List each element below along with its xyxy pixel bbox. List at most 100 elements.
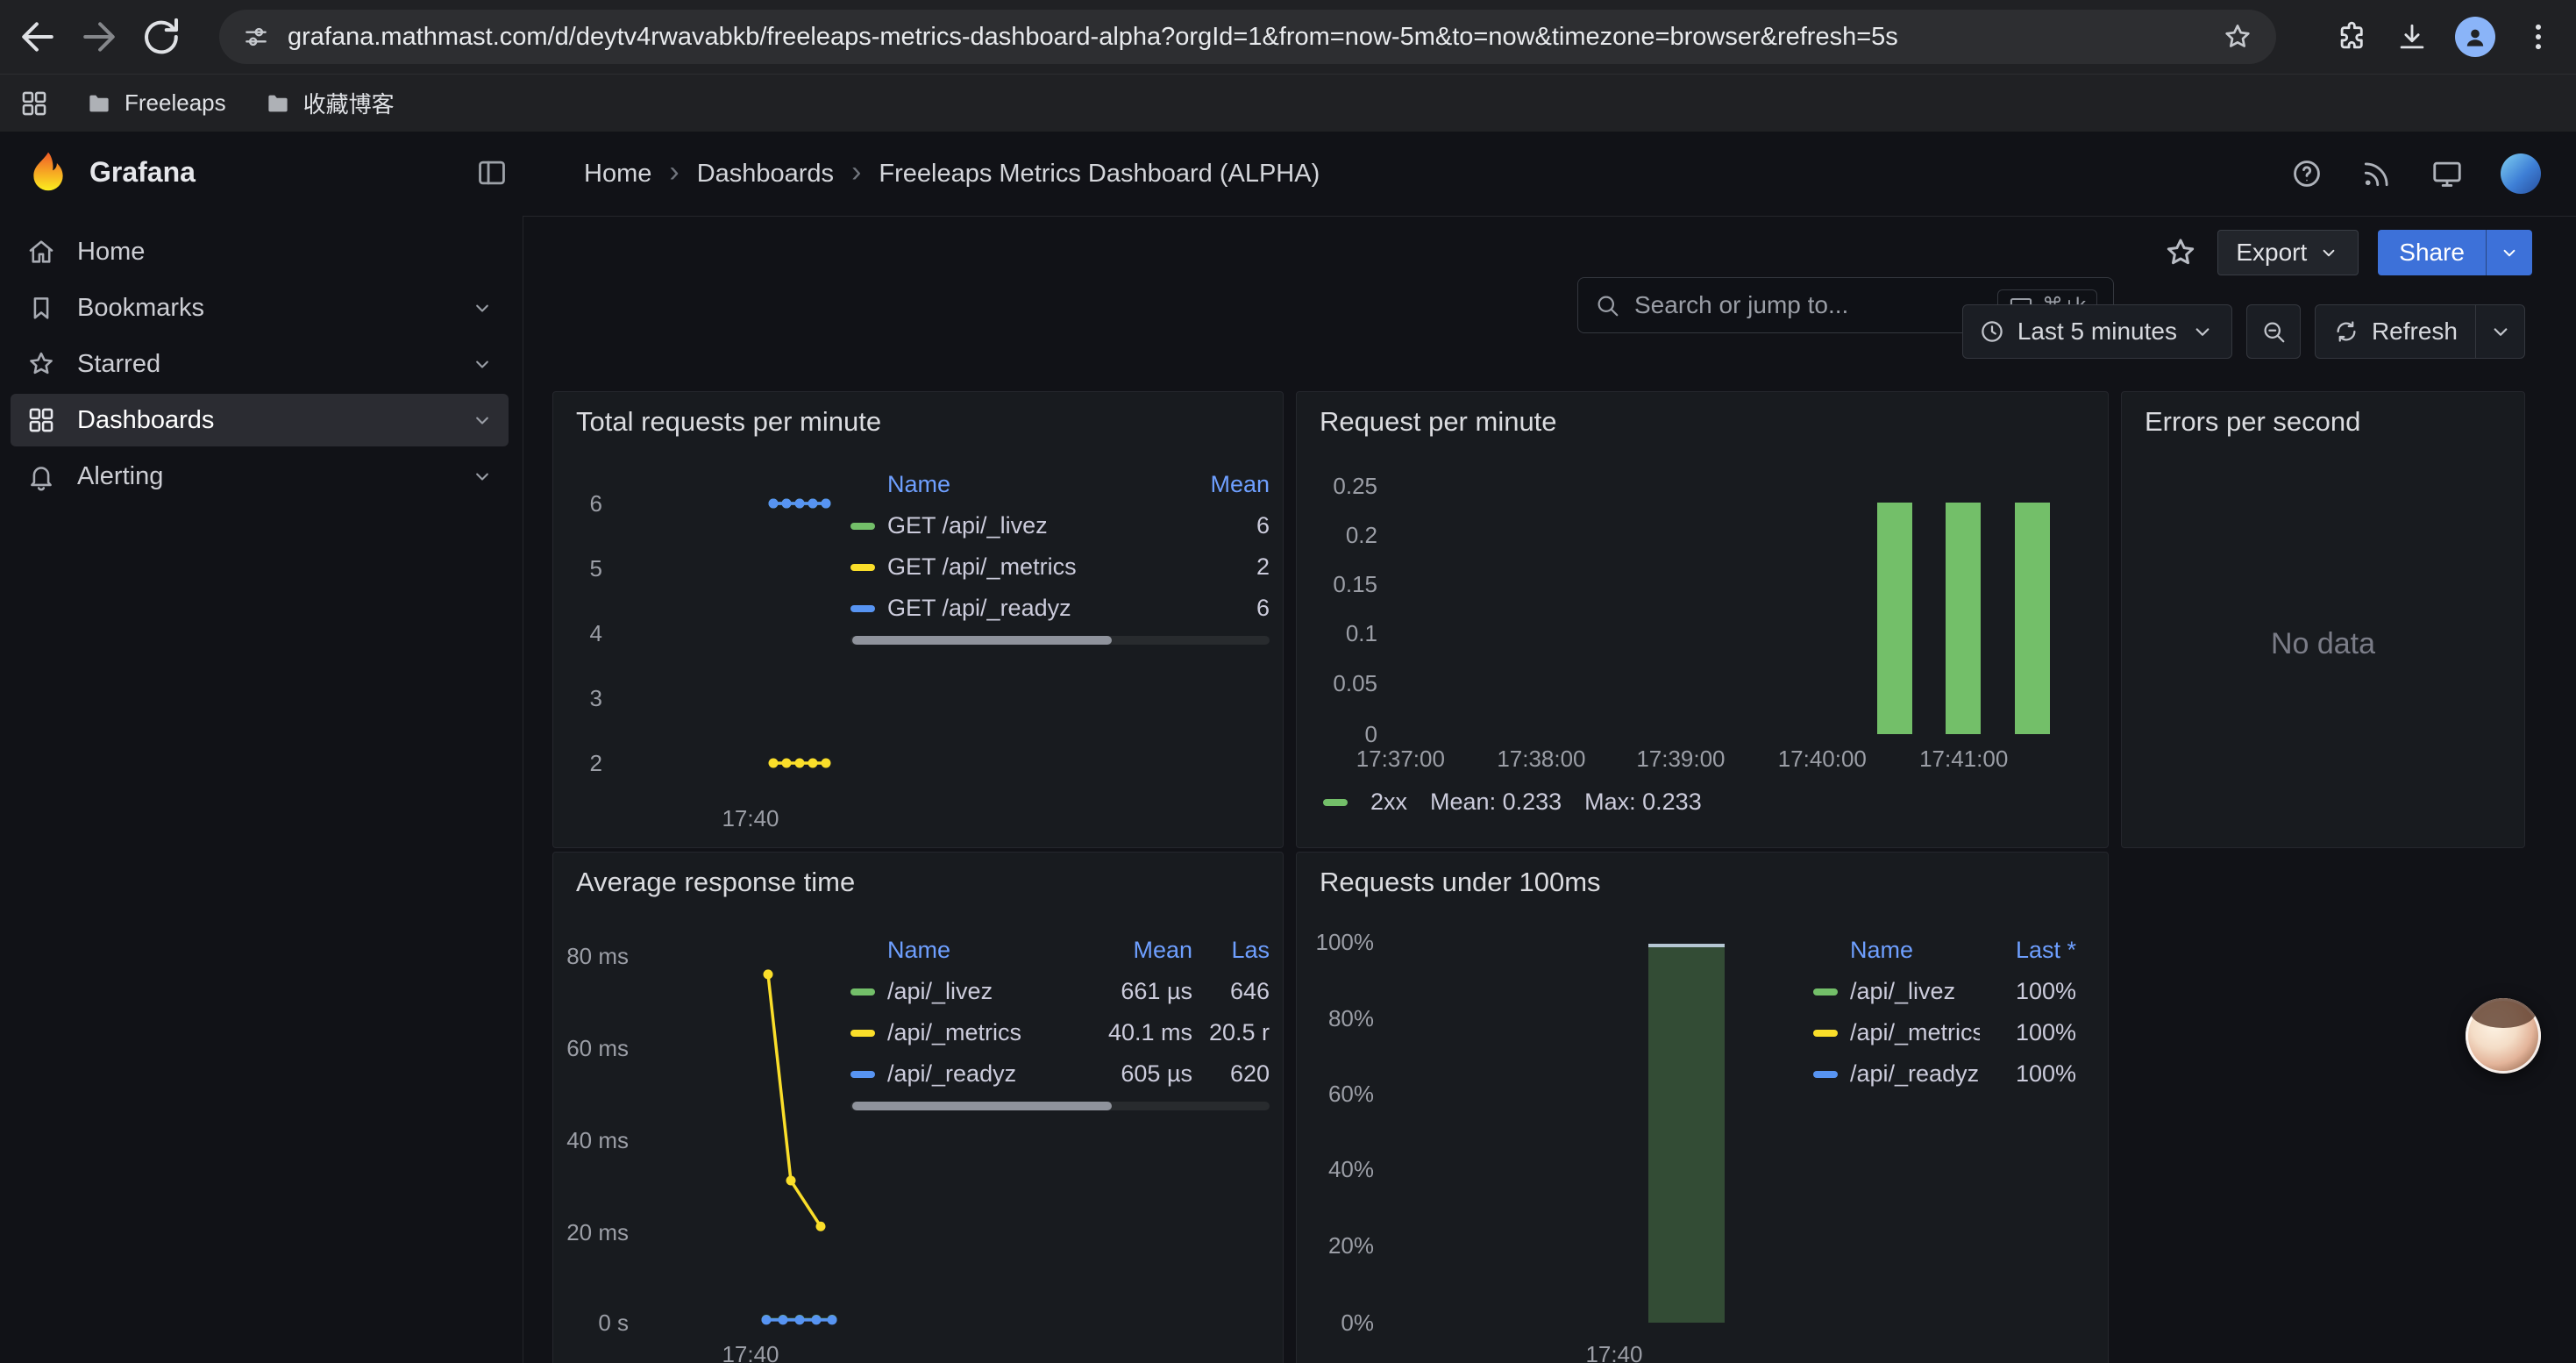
back-icon[interactable] [14, 13, 61, 61]
bar-2xx [1877, 503, 1912, 734]
export-button[interactable]: Export [2217, 230, 2359, 275]
forward-icon[interactable] [75, 13, 123, 61]
bell-icon [26, 461, 56, 491]
favorite-star-icon[interactable] [2163, 235, 2198, 270]
bookmark-item-blogs[interactable]: 收藏博客 [249, 80, 410, 126]
chevron-down-icon[interactable] [470, 464, 495, 489]
refresh-interval-button[interactable] [2476, 304, 2525, 359]
legend-row[interactable]: GET /api/_livez6 [850, 505, 1270, 546]
browser-profile-avatar[interactable] [2455, 17, 2495, 57]
share-button[interactable]: Share [2378, 230, 2486, 275]
series-mean: Mean: 0.233 [1430, 789, 1562, 816]
x-tick-label: 17:40:00 [1761, 745, 1883, 773]
legend-value: 6 [1173, 512, 1270, 539]
time-range-label: Last 5 minutes [2017, 318, 2177, 346]
url-bar[interactable]: grafana.mathmast.com/d/deytv4rwavabkb/fr… [219, 10, 2276, 64]
y-tick-label: 20 ms [553, 1218, 629, 1246]
sidebar-item-alerting[interactable]: Alerting [11, 450, 509, 503]
monitor-icon[interactable] [2430, 157, 2464, 190]
panel-total-requests: Total requests per minute 17:40 65432Nam… [552, 391, 1284, 848]
collapse-sidebar-icon[interactable] [475, 156, 509, 189]
x-axis-label: 17:40 [685, 804, 816, 832]
legend-row[interactable]: /api/_livez100% [1813, 971, 2076, 1012]
share-menu-button[interactable] [2486, 230, 2532, 275]
sidebar-item-label: Bookmarks [77, 294, 204, 323]
legend-value: 605 µs [1061, 1060, 1192, 1088]
legend-row[interactable]: /api/_livez661 µs646 [850, 971, 1270, 1012]
legend-row[interactable]: GET /api/_metrics2 [850, 546, 1270, 588]
screen: grafana.mathmast.com/d/deytv4rwavabkb/fr… [0, 0, 2576, 1363]
chevron-down-icon [2317, 241, 2340, 264]
bookmark-star-icon[interactable] [2222, 21, 2253, 53]
legend-row[interactable]: /api/_readyz605 µs620 [850, 1053, 1270, 1095]
legend-value: 40.1 ms [1061, 1019, 1192, 1046]
legend-col[interactable]: Mean [1173, 471, 1270, 498]
series-swatch [850, 988, 875, 995]
floating-assistant-avatar[interactable] [2466, 998, 2541, 1074]
sidebar-item-label: Home [77, 238, 145, 267]
breadcrumb-home[interactable]: Home [584, 160, 651, 189]
y-tick-label: 3 [553, 684, 602, 712]
sidebar-item-starred[interactable]: Starred [11, 338, 509, 390]
sidebar-item-bookmarks[interactable]: Bookmarks [11, 282, 509, 334]
series-max: Max: 0.233 [1584, 789, 1702, 816]
panel-title[interactable]: Request per minute [1320, 406, 1557, 438]
legend-hscrollbar[interactable] [850, 1102, 1270, 1110]
site-settings-icon[interactable] [242, 23, 270, 51]
grafana-logo[interactable] [25, 149, 72, 196]
sidebar-item-label: Dashboards [77, 406, 214, 435]
bookmark-item-freeleaps[interactable]: Freeleaps [70, 82, 242, 124]
legend-hscrollbar[interactable] [850, 636, 1270, 645]
panel-requests-under-100ms: Requests under 100ms 17:40 100%80%60%40%… [1296, 852, 2109, 1363]
legend-header: NameLast * [1813, 930, 2076, 971]
legend-col[interactable]: Mean [1061, 937, 1192, 964]
home-icon [26, 237, 56, 267]
apps-grid-icon[interactable] [19, 89, 49, 118]
reload-icon[interactable] [137, 13, 184, 61]
refresh-button[interactable]: Refresh [2315, 304, 2476, 359]
url-text[interactable]: grafana.mathmast.com/d/deytv4rwavabkb/fr… [288, 23, 2222, 52]
chevron-down-icon[interactable] [470, 352, 495, 376]
breadcrumb-separator: › [669, 155, 679, 193]
x-tick-label: 17:38:00 [1480, 745, 1603, 773]
panel-title[interactable]: Requests under 100ms [1320, 867, 1601, 898]
sidebar-nav: Home Bookmarks Starred Dashboards Alerting [0, 216, 523, 1363]
download-icon[interactable] [2395, 20, 2429, 54]
breadcrumb-dashboards[interactable]: Dashboards [697, 160, 834, 189]
chevron-down-icon[interactable] [470, 408, 495, 432]
legend-value: 2 [1173, 553, 1270, 581]
legend-col[interactable]: Last * [1980, 937, 2076, 964]
legend-col-name[interactable]: Name [850, 937, 1061, 964]
help-icon[interactable] [2290, 157, 2323, 190]
chevron-down-icon[interactable] [470, 296, 495, 320]
extensions-icon[interactable] [2336, 20, 2369, 54]
legend-value: 6 [1173, 595, 1270, 622]
legend-col-name[interactable]: Name [1813, 937, 1980, 964]
sidebar-item-dashboards[interactable]: Dashboards [11, 394, 509, 446]
panel-title[interactable]: Total requests per minute [576, 406, 881, 438]
legend-row[interactable]: /api/_metrics100% [1813, 1012, 2076, 1053]
legend-col-name[interactable]: Name [850, 471, 1173, 498]
legend-row[interactable]: /api/_readyz100% [1813, 1053, 2076, 1095]
star-icon [26, 349, 56, 379]
x-tick-label: 17:39:00 [1619, 745, 1742, 773]
breadcrumb-current[interactable]: Freeleaps Metrics Dashboard (ALPHA) [879, 160, 1320, 189]
y-tick-label: 40 ms [553, 1126, 629, 1154]
sidebar-item-home[interactable]: Home [11, 225, 509, 278]
bar-under-100ms [1648, 944, 1725, 1323]
legend-row[interactable]: /api/_metrics40.1 ms20.5 r [850, 1012, 1270, 1053]
panel-title[interactable]: Average response time [576, 867, 855, 898]
legend-col[interactable]: Las [1192, 937, 1270, 964]
panel-title[interactable]: Errors per second [2145, 406, 2360, 438]
grafana-profile-avatar[interactable] [2501, 153, 2541, 194]
zoom-out-button[interactable] [2246, 304, 2301, 359]
search-input[interactable] [1633, 290, 1985, 320]
x-axis-label: 17:40 [1562, 1340, 1667, 1363]
refresh-label: Refresh [2372, 318, 2458, 346]
legend-row[interactable]: GET /api/_readyz6 [850, 588, 1270, 629]
y-tick-label: 6 [553, 489, 602, 517]
news-rss-icon[interactable] [2360, 157, 2394, 190]
browser-menu-icon[interactable] [2522, 20, 2555, 54]
time-range-picker[interactable]: Last 5 minutes [1962, 304, 2232, 359]
legend-inline[interactable]: 2xxMean: 0.233Max: 0.233 [1323, 789, 1702, 816]
